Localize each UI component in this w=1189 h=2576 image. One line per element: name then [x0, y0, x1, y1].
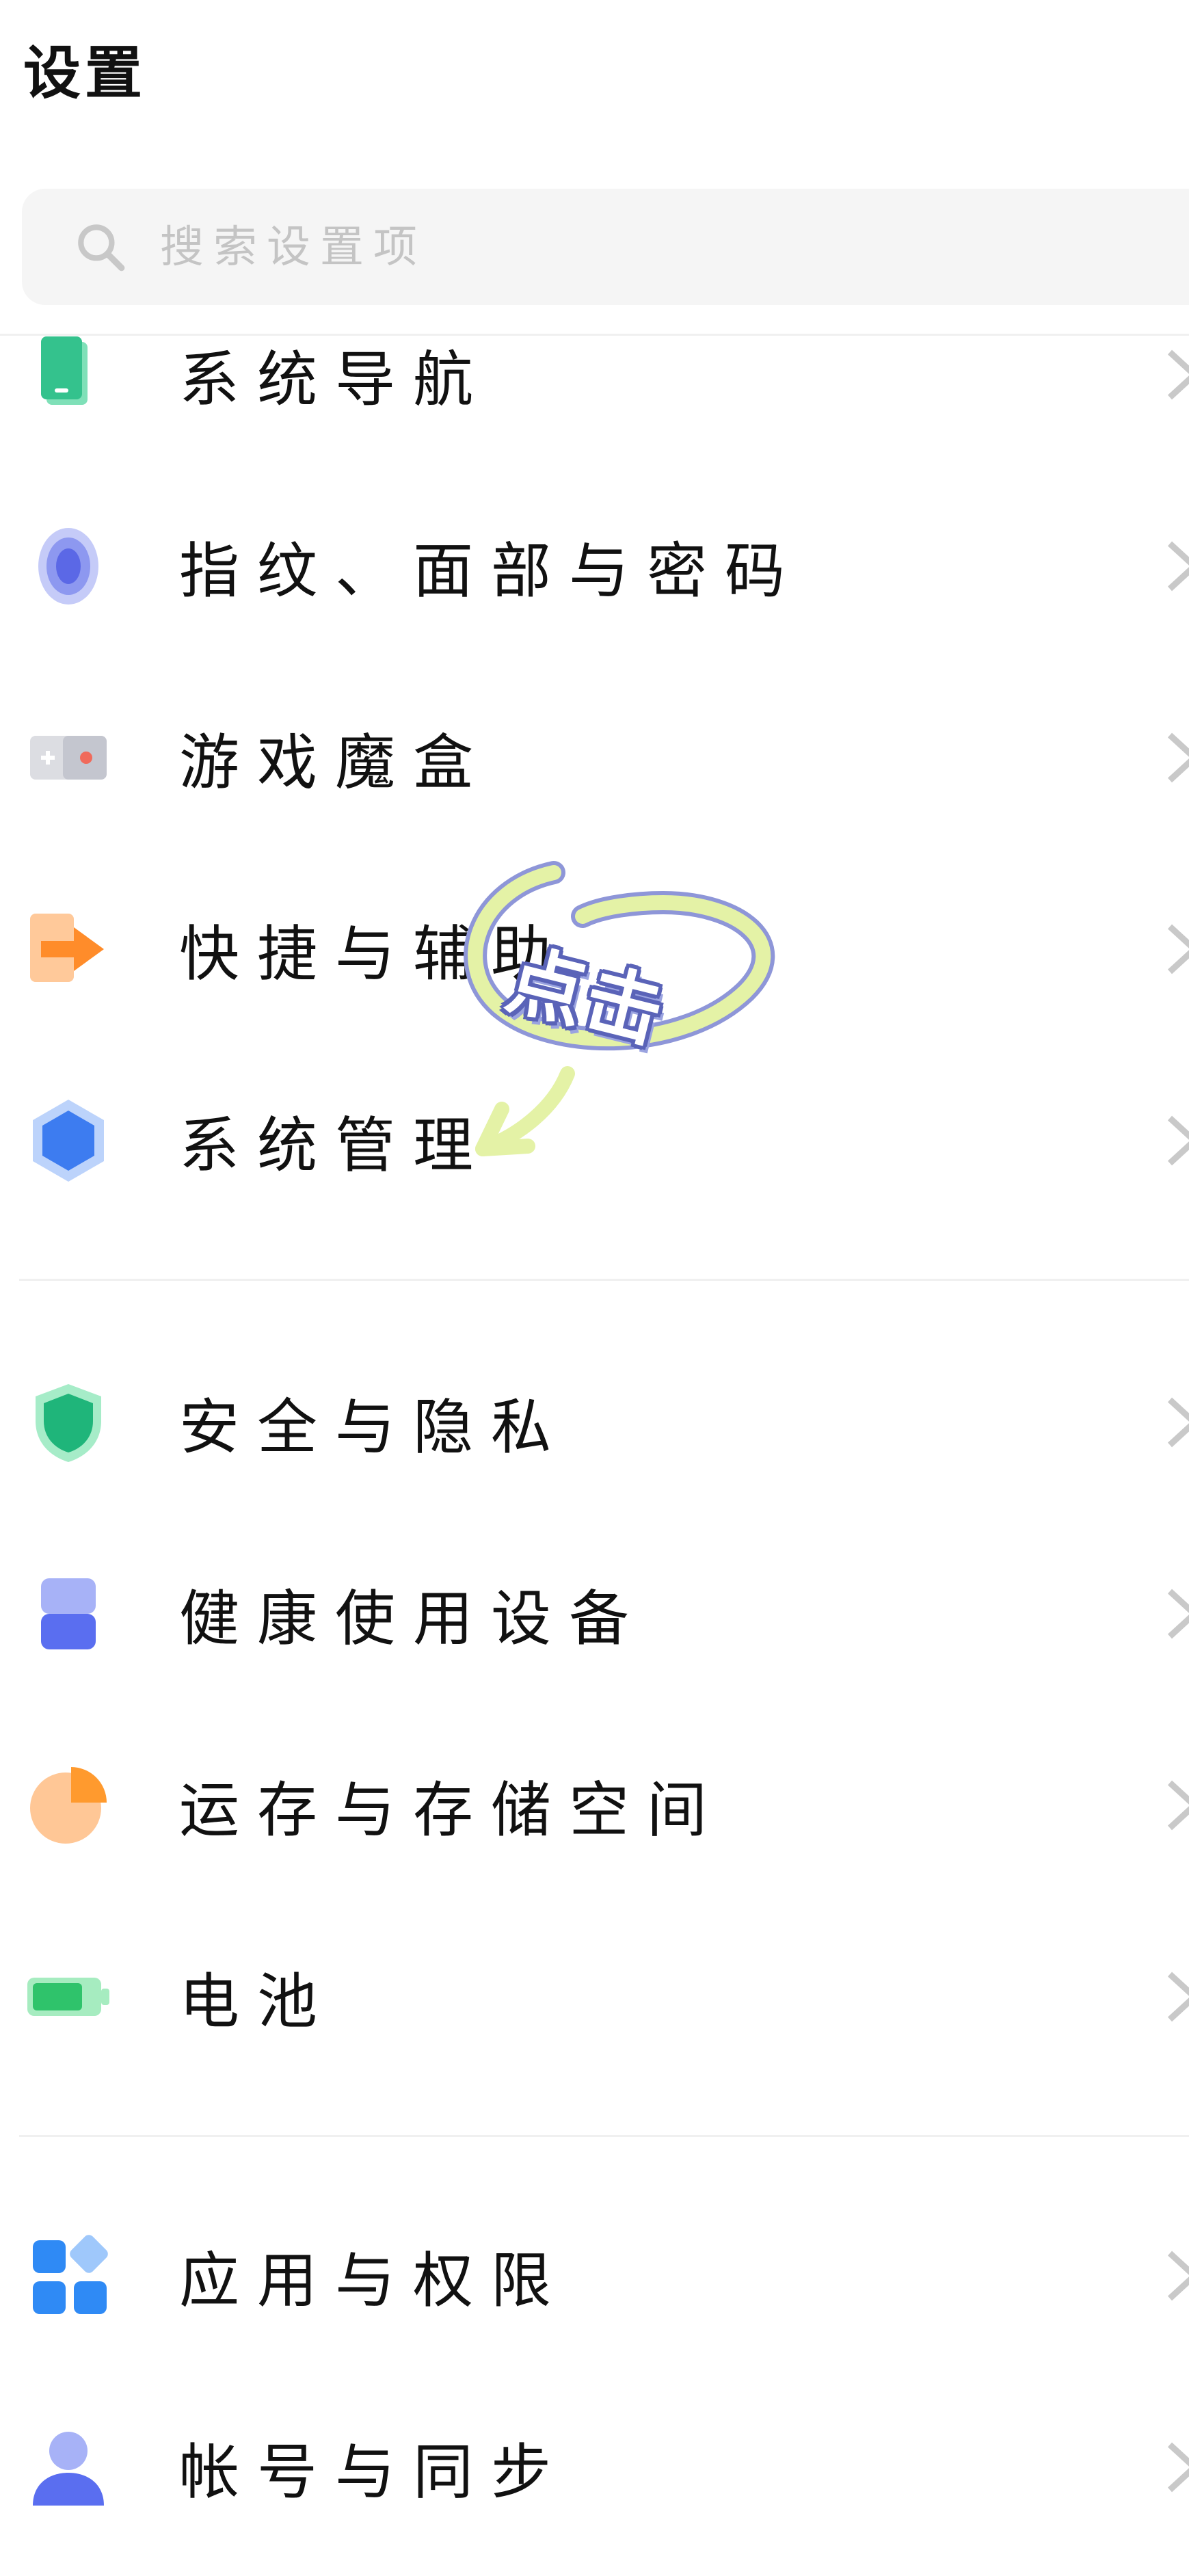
- settings-item-account-sync[interactable]: 帐号与同步: [0, 2387, 1189, 2548]
- settings-item-label: 系统管理: [179, 1110, 492, 1181]
- search-bar[interactable]: [22, 189, 1189, 306]
- settings-item-label: 运存与存储空间: [179, 1775, 725, 1846]
- settings-item-label: 游戏魔盒: [179, 727, 492, 798]
- settings-item-system-navigation[interactable]: 系统导航: [0, 294, 1189, 455]
- chevron-right-icon: [1167, 1397, 1189, 1448]
- settings-item-battery[interactable]: 电池: [0, 1916, 1189, 2077]
- shield-icon: [36, 1384, 101, 1462]
- settings-item-healthy-device-usage[interactable]: 健康使用设备: [0, 1533, 1189, 1695]
- phone-navigation-icon: [41, 336, 88, 405]
- page-title: 设置: [23, 40, 147, 107]
- chevron-right-icon: [1167, 541, 1189, 592]
- chevron-right-icon: [1167, 1780, 1189, 1831]
- settings-item-label: 帐号与同步: [179, 2436, 570, 2508]
- settings-item-label: 应用与权限: [179, 2245, 570, 2316]
- settings-item-label: 快捷与辅助: [179, 918, 570, 990]
- settings-item-memory-storage[interactable]: 运存与存储空间: [0, 1725, 1189, 1886]
- settings-item-label: 电池: [179, 1966, 336, 2037]
- chevron-right-icon: [1167, 1115, 1189, 1166]
- account-icon: [33, 2432, 104, 2506]
- settings-item-label: 安全与隐私: [179, 1392, 570, 1463]
- search-input[interactable]: [159, 189, 1119, 306]
- chevron-right-icon: [1167, 732, 1189, 783]
- search-icon: [78, 224, 125, 271]
- settings-item-apps-permissions[interactable]: 应用与权限: [0, 2195, 1189, 2356]
- chevron-right-icon: [1167, 924, 1189, 974]
- shortcut-arrow-icon: [30, 914, 104, 982]
- hourglass-icon: [41, 1578, 96, 1649]
- settings-item-shortcuts-accessibility[interactable]: 快捷与辅助: [0, 868, 1189, 1030]
- chevron-right-icon: [1167, 349, 1189, 400]
- settings-item-security-privacy[interactable]: 安全与隐私: [0, 1342, 1189, 1503]
- settings-item-game-box[interactable]: 游戏魔盒: [0, 677, 1189, 838]
- storage-pie-icon: [30, 1767, 107, 1844]
- battery-icon: [27, 1978, 109, 2016]
- chevron-right-icon: [1167, 1589, 1189, 1639]
- settings-item-label: 健康使用设备: [179, 1583, 647, 1654]
- game-box-icon: [30, 736, 107, 780]
- apps-grid-icon: [33, 2235, 108, 2314]
- settings-item-label: 指纹、面部与密码: [179, 535, 803, 607]
- group-divider: [19, 2135, 1189, 2137]
- group-divider: [19, 1279, 1189, 1281]
- chevron-right-icon: [1167, 2250, 1189, 2301]
- settings-item-label: 系统导航: [179, 344, 492, 415]
- chevron-right-icon: [1167, 2442, 1189, 2493]
- settings-item-system-management[interactable]: 系统管理: [0, 1060, 1189, 1221]
- fingerprint-icon: [38, 528, 98, 605]
- chevron-right-icon: [1167, 1971, 1189, 2022]
- hexagon-icon: [33, 1100, 104, 1182]
- settings-item-fingerprint-face-password[interactable]: 指纹、面部与密码: [0, 486, 1189, 647]
